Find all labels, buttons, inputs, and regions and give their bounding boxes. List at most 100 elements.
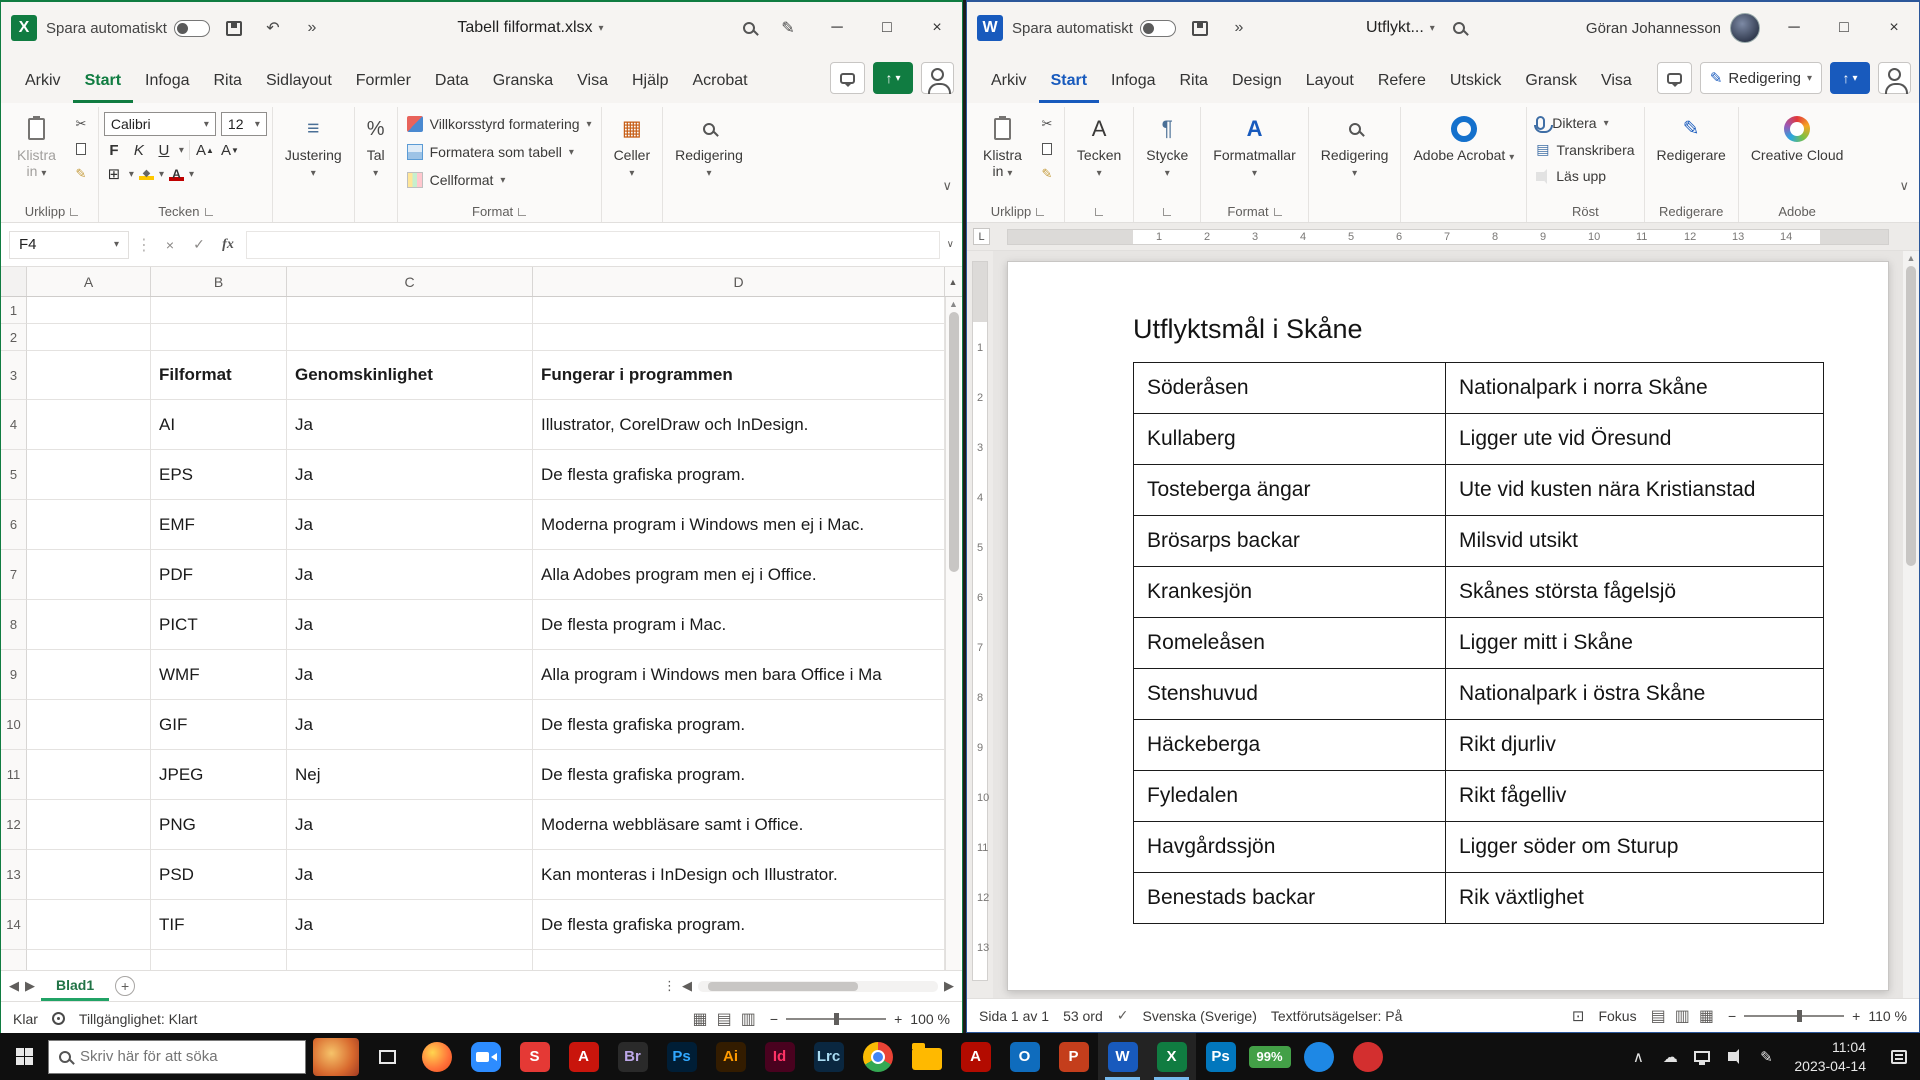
cell-D13[interactable]: Kan monteras i InDesign och Illustrator. (533, 850, 945, 900)
cell-C5[interactable]: Ja (287, 450, 533, 500)
word-table-cell[interactable]: Tosteberga ängar (1134, 465, 1446, 516)
cell-A10[interactable] (27, 700, 151, 750)
close-button[interactable]: × (912, 2, 962, 54)
row-header-9[interactable]: 9 (1, 650, 27, 700)
taskbar-clock[interactable]: 11:04 2023-04-14 (1782, 1038, 1878, 1074)
cell-D7[interactable]: Alla Adobes program men ej i Office. (533, 550, 945, 600)
normal-view-icon[interactable]: ▦ (693, 1009, 708, 1029)
hscroll-right-icon[interactable]: ▶ (944, 978, 954, 994)
taskbar-app-bridge[interactable]: Br (608, 1033, 657, 1080)
increase-font-button[interactable]: A▲ (195, 140, 215, 160)
tab-utskick[interactable]: Utskick (1438, 62, 1514, 103)
volume-icon[interactable] (1718, 1033, 1750, 1080)
taskbar-app-illustrator[interactable]: Ai (706, 1033, 755, 1080)
cell-C11[interactable]: Nej (287, 750, 533, 800)
tab-stop-selector[interactable]: L (973, 228, 990, 245)
taskbar-app-s-app[interactable]: S (510, 1033, 559, 1080)
cell-C2[interactable] (287, 324, 533, 351)
dialog-launcher-icon[interactable] (70, 208, 78, 216)
cell-A14[interactable] (27, 900, 151, 950)
focus-label[interactable]: Fokus (1598, 1008, 1636, 1024)
cell-C6[interactable]: Ja (287, 500, 533, 550)
format-as-table-button[interactable]: Formatera som tabell▾ (403, 140, 596, 164)
tab-visa[interactable]: Visa (1589, 62, 1644, 103)
tab-data[interactable]: Data (423, 62, 481, 103)
alignment-button[interactable]: ≡ Justering▾ (278, 109, 349, 182)
cell-B13[interactable]: PSD (151, 850, 287, 900)
zoom-level[interactable]: 100 % (910, 1011, 950, 1027)
tab-granska[interactable]: Granska (481, 62, 565, 103)
word-autosave[interactable]: Spara automatiskt (1012, 20, 1176, 37)
taskbar-app-excel[interactable]: X (1147, 1033, 1196, 1080)
font-size-combo[interactable]: 12▾ (221, 112, 267, 136)
cell-B12[interactable]: PNG (151, 800, 287, 850)
copy-button[interactable] (1035, 139, 1059, 159)
quick-access-overflow-icon[interactable]: » (297, 13, 327, 43)
insert-function-button[interactable]: fx (217, 237, 239, 253)
page-layout-view-icon[interactable]: ▤ (717, 1009, 732, 1029)
taskbar-app-indesign[interactable]: Id (755, 1033, 804, 1080)
cell-A2[interactable] (27, 324, 151, 351)
vertical-ruler[interactable]: 12345678910111213 (967, 251, 993, 998)
vertical-scrollbar[interactable]: ▲ (1903, 251, 1919, 998)
row-header-6[interactable]: 6 (1, 500, 27, 550)
taskbar-app-acrobat-reader[interactable]: A (951, 1033, 1000, 1080)
tab-hjälp[interactable]: Hjälp (620, 62, 680, 103)
cell-C3[interactable]: Genomskinlighet (287, 351, 533, 400)
search-icon[interactable] (1444, 13, 1474, 43)
tab-start[interactable]: Start (1039, 62, 1099, 103)
ink-pen-icon[interactable]: ✎ (773, 13, 803, 43)
word-page[interactable]: Utflyktsmål i Skåne SöderåsenNationalpar… (1007, 261, 1889, 991)
spellcheck-icon[interactable]: ✓ (1117, 1007, 1129, 1024)
col-header-d[interactable]: D (533, 267, 945, 296)
cancel-button[interactable]: × (159, 237, 181, 253)
scroll-up-icon[interactable]: ▲ (1907, 253, 1916, 263)
cell-B3[interactable]: Filformat (151, 351, 287, 400)
taskbar-app-chrome[interactable] (853, 1033, 902, 1080)
cell-D4[interactable]: Illustrator, CorelDraw och InDesign. (533, 400, 945, 450)
cell-C13[interactable]: Ja (287, 850, 533, 900)
word-table-cell[interactable]: Milsvid utsikt (1446, 516, 1824, 567)
tab-arkiv[interactable]: Arkiv (979, 62, 1039, 103)
cell-C7[interactable]: Ja (287, 550, 533, 600)
save-icon[interactable] (1185, 13, 1215, 43)
taskbar-app-zoom[interactable] (461, 1033, 510, 1080)
editing-button[interactable]: Redigering▾ (668, 109, 750, 182)
save-icon[interactable] (219, 13, 249, 43)
cell-B9[interactable]: WMF (151, 650, 287, 700)
cut-button[interactable]: ✂ (69, 114, 93, 134)
share-button[interactable]: ↑▾ (1830, 62, 1870, 94)
tab-gransk[interactable]: Gransk (1513, 62, 1589, 103)
sheet-prev-icon[interactable]: ◀ (9, 978, 19, 994)
zoom-in-icon[interactable]: + (1852, 1008, 1860, 1024)
tab-start[interactable]: Start (73, 62, 133, 103)
scrollbar-thumb[interactable] (949, 312, 959, 572)
taskbar-app-powerpoint[interactable]: P (1049, 1033, 1098, 1080)
tab-infoga[interactable]: Infoga (133, 62, 201, 103)
row-header-13[interactable]: 13 (1, 850, 27, 900)
fill-color-button[interactable]: ◆ (139, 168, 154, 180)
italic-button[interactable]: K (129, 140, 149, 160)
minimize-button[interactable]: ─ (1769, 2, 1819, 54)
cell-A6[interactable] (27, 500, 151, 550)
dialog-launcher-icon[interactable] (518, 208, 526, 216)
editor-button[interactable]: ✎ Redigerare (1650, 109, 1733, 165)
cell-C14[interactable]: Ja (287, 900, 533, 950)
format-painter-button[interactable]: ✎ (69, 164, 93, 184)
word-table-cell[interactable]: Havgårdssjön (1134, 822, 1446, 873)
search-input[interactable] (80, 1048, 280, 1065)
tab-rita[interactable]: Rita (1168, 62, 1220, 103)
scrollbar-thumb[interactable] (708, 982, 858, 991)
font-name-combo[interactable]: Calibri▾ (104, 112, 216, 136)
excel-autosave[interactable]: Spara automatiskt (46, 20, 210, 37)
row-header-4[interactable]: 4 (1, 400, 27, 450)
word-table-cell[interactable]: Benestads backar (1134, 873, 1446, 924)
word-table-cell[interactable]: Rik växtlighet (1446, 873, 1824, 924)
quick-access-overflow-icon[interactable]: » (1224, 13, 1254, 43)
font-group-button[interactable]: A Tecken▾ (1070, 109, 1128, 182)
dialog-launcher-icon[interactable] (1095, 208, 1103, 216)
tab-arkiv[interactable]: Arkiv (13, 62, 73, 103)
number-format-button[interactable]: % Tal▾ (360, 109, 392, 182)
collapse-ribbon-icon[interactable]: ∨ (942, 178, 952, 194)
account-button[interactable] (921, 62, 954, 94)
